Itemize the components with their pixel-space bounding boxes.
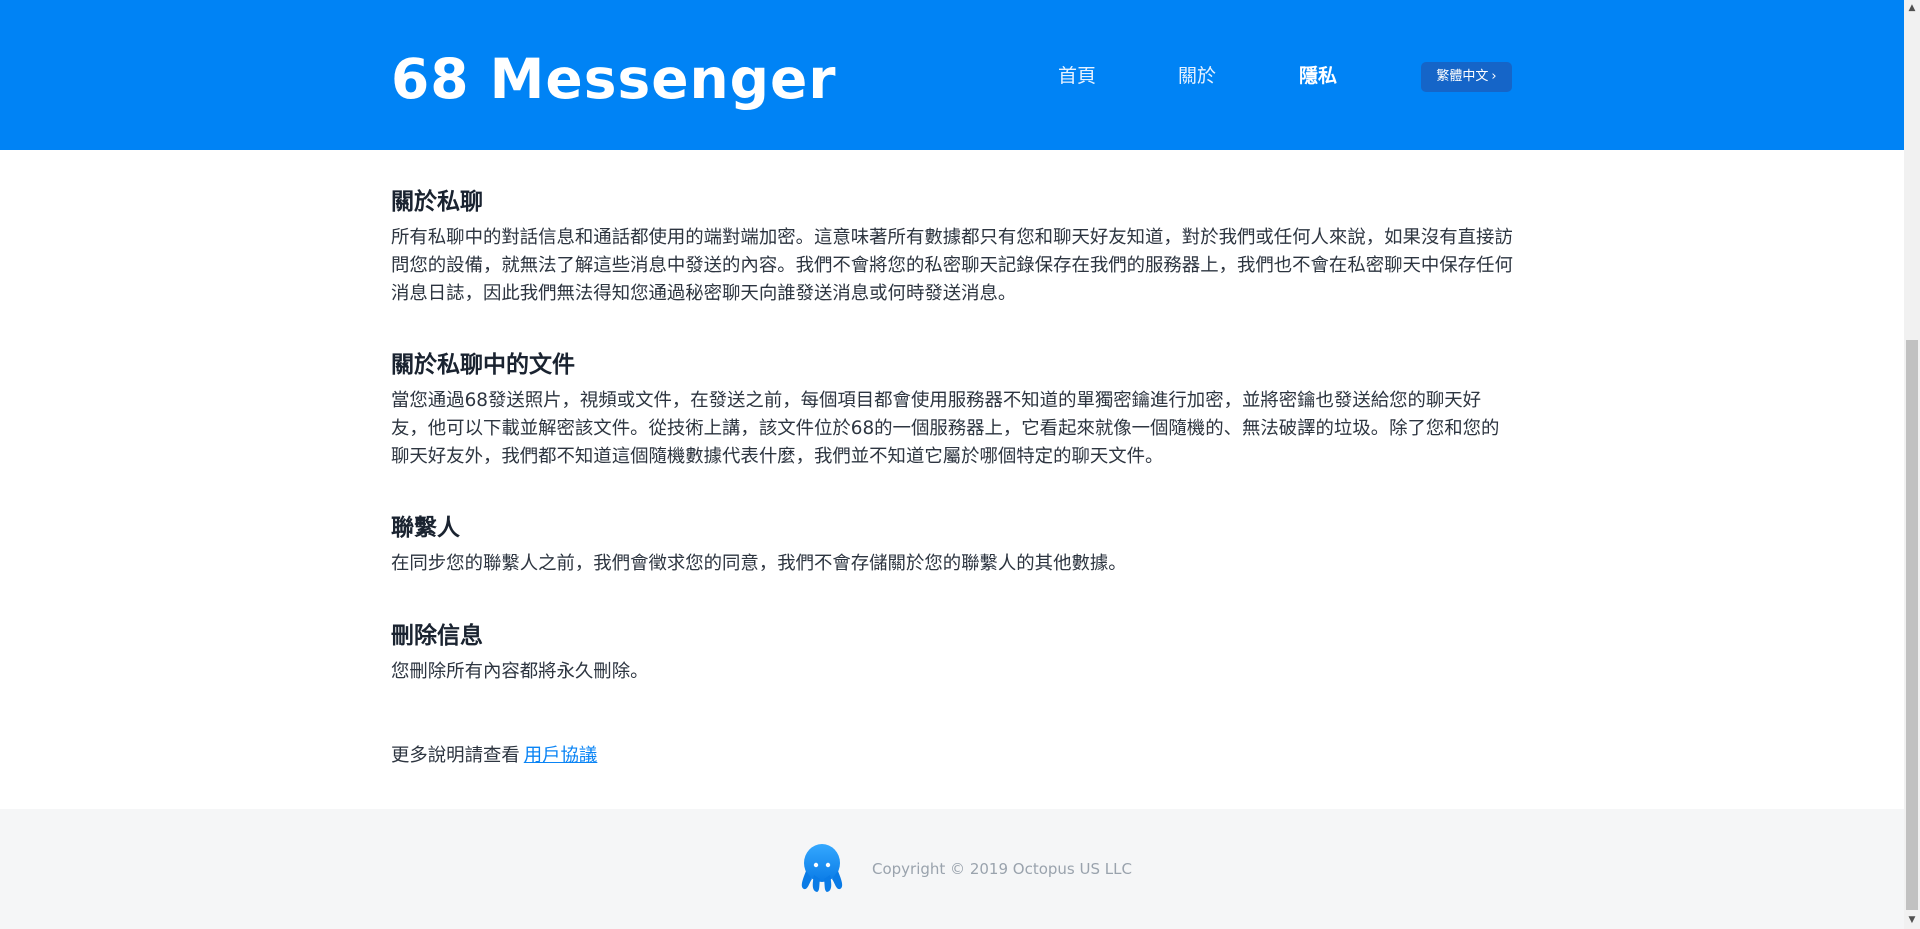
section-private-chat-files: 關於私聊中的文件 當您通過68發送照片，視頻或文件，在發送之前，每個項目都會使用…	[391, 343, 1515, 471]
language-selector-button[interactable]: 繁體中文 ›	[1421, 62, 1512, 92]
copyright-text: Copyright © 2019 Octopus US LLC	[872, 860, 1132, 878]
section-body: 在同步您的聯繫人之前，我們會徵求您的同意，我們不會存儲關於您的聯繫人的其他數據。	[391, 553, 1127, 574]
scrollbar-thumb[interactable]	[1906, 340, 1918, 910]
user-agreement-link[interactable]: 用戶協議	[524, 745, 598, 766]
site-header: 68 Messenger 首頁 關於 隱私 繁體中文 ›	[0, 0, 1904, 150]
nav-privacy[interactable]: 隱私	[1299, 62, 1337, 90]
nav-home[interactable]: 首頁	[1058, 62, 1096, 90]
privacy-content: 關於私聊 所有私聊中的對話信息和通話都使用的端對端加密。這意味著所有數據都只有您…	[391, 180, 1515, 686]
section-private-chat: 關於私聊 所有私聊中的對話信息和通話都使用的端對端加密。這意味著所有數據都只有您…	[391, 180, 1515, 308]
language-label: 繁體中文	[1436, 69, 1489, 84]
octopus-icon	[801, 844, 843, 892]
more-info-line: 更多說明請查看 用戶協議	[391, 742, 597, 770]
scroll-up-icon[interactable]: ▲	[1904, 0, 1920, 17]
section-title: 關於私聊中的文件	[391, 352, 575, 378]
section-title: 關於私聊	[391, 189, 483, 215]
more-info-text: 更多說明請查看	[391, 745, 520, 766]
section-body: 您刪除所有內容都將永久刪除。	[391, 661, 649, 682]
section-contacts: 聯繫人 在同步您的聯繫人之前，我們會徵求您的同意，我們不會存儲關於您的聯繫人的其…	[391, 506, 1515, 578]
page: 68 Messenger 首頁 關於 隱私 繁體中文 › 關於私聊 所有私聊中的對…	[0, 0, 1904, 929]
section-delete-messages: 刪除信息 您刪除所有內容都將永久刪除。	[391, 614, 1515, 686]
section-body: 當您通過68發送照片，視頻或文件，在發送之前，每個項目都會使用服務器不知道的單獨…	[391, 390, 1500, 467]
section-body: 所有私聊中的對話信息和通話都使用的端對端加密。這意味著所有數據都只有您和聊天好友…	[391, 227, 1513, 304]
vertical-scrollbar[interactable]: ▲ ▼	[1904, 0, 1920, 929]
chevron-right-icon: ›	[1491, 69, 1497, 84]
section-title: 聯繫人	[391, 515, 460, 541]
nav-about[interactable]: 關於	[1178, 62, 1216, 90]
section-title: 刪除信息	[391, 623, 483, 649]
scroll-down-icon[interactable]: ▼	[1904, 912, 1920, 929]
logo[interactable]: 68 Messenger	[391, 44, 836, 114]
